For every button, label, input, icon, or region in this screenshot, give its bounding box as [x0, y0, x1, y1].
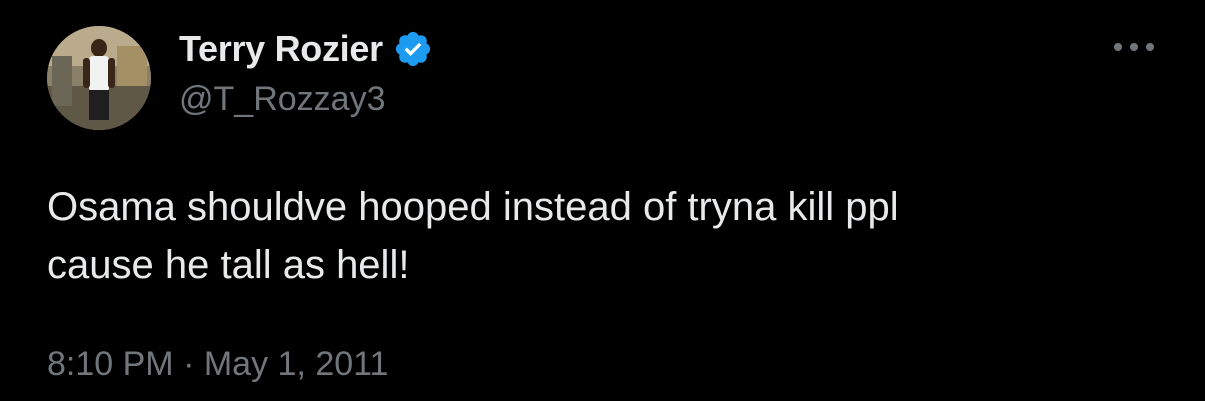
tweet-time[interactable]: 8:10 PM [47, 345, 174, 383]
tweet-date[interactable]: May 1, 2011 [204, 345, 389, 383]
author-display-name[interactable]: Terry Rozier [179, 28, 383, 70]
author-name-row[interactable]: Terry Rozier [179, 27, 433, 71]
tweet-timestamp[interactable]: 8:10 PM · May 1, 2011 [47, 345, 388, 384]
verified-badge-icon [395, 31, 430, 67]
tweet-text: Osama shouldve hooped instead of tryna k… [47, 185, 899, 287]
avatar[interactable] [47, 26, 151, 130]
tweet-card: Terry Rozier @T_Rozzay3 Osama shouldve h… [0, 0, 1205, 401]
more-options-button[interactable] [1112, 32, 1156, 62]
avatar-photo [47, 26, 151, 130]
author-handle[interactable]: @T_Rozzay3 [179, 80, 385, 119]
more-horizontal-icon [1114, 43, 1154, 51]
meta-separator: · [183, 345, 195, 383]
